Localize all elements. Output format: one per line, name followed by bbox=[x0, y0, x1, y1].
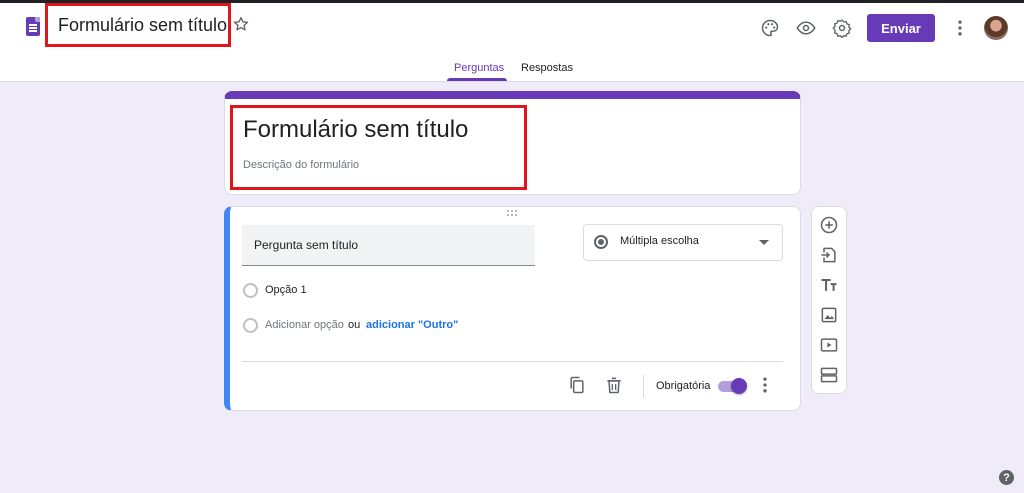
tab-responses[interactable]: Respostas bbox=[521, 62, 573, 74]
form-description[interactable]: Descrição do formulário bbox=[243, 159, 359, 171]
palette-icon[interactable] bbox=[759, 17, 781, 39]
star-icon[interactable] bbox=[232, 15, 250, 33]
add-option-link[interactable]: Adicionar opção bbox=[265, 319, 344, 331]
option-radio bbox=[243, 283, 258, 298]
dropdown-arrow-icon bbox=[759, 240, 769, 245]
more-vert-icon[interactable] bbox=[949, 17, 971, 39]
gear-icon[interactable] bbox=[831, 17, 853, 39]
image-icon[interactable] bbox=[818, 304, 840, 326]
avatar[interactable] bbox=[984, 16, 1008, 40]
add-option-radio bbox=[243, 318, 258, 333]
form-title[interactable]: Formulário sem título bbox=[243, 116, 468, 144]
video-icon[interactable] bbox=[818, 334, 840, 356]
active-tab-indicator bbox=[447, 78, 507, 81]
required-toggle-thumb[interactable] bbox=[731, 378, 747, 394]
send-button[interactable]: Enviar bbox=[867, 14, 935, 42]
option-label[interactable]: Opção 1 bbox=[265, 284, 307, 296]
radio-button-icon bbox=[594, 235, 608, 249]
question-more-icon[interactable] bbox=[754, 374, 776, 396]
help-icon[interactable]: ? bbox=[999, 470, 1014, 485]
required-label: Obrigatória bbox=[656, 380, 711, 392]
add-other-link[interactable]: adicionar "Outro" bbox=[366, 319, 458, 331]
footer-vertical-divider bbox=[643, 375, 644, 398]
question-title-text[interactable]: Pergunta sem título bbox=[254, 238, 358, 252]
title-text-icon[interactable] bbox=[818, 274, 840, 296]
import-questions-icon[interactable] bbox=[818, 244, 840, 266]
question-footer-divider bbox=[242, 361, 783, 362]
question-type-label: Múltipla escolha bbox=[620, 235, 699, 247]
delete-icon[interactable] bbox=[603, 374, 625, 396]
duplicate-icon[interactable] bbox=[566, 374, 588, 396]
add-question-icon[interactable] bbox=[818, 214, 840, 236]
drag-handle-icon[interactable] bbox=[507, 210, 519, 218]
document-title[interactable]: Formulário sem título bbox=[58, 15, 227, 36]
forms-logo-icon[interactable] bbox=[26, 17, 40, 36]
or-text: ou bbox=[348, 319, 361, 331]
eye-icon[interactable] bbox=[795, 17, 817, 39]
section-icon[interactable] bbox=[818, 364, 840, 386]
tab-questions[interactable]: Perguntas bbox=[454, 62, 504, 74]
